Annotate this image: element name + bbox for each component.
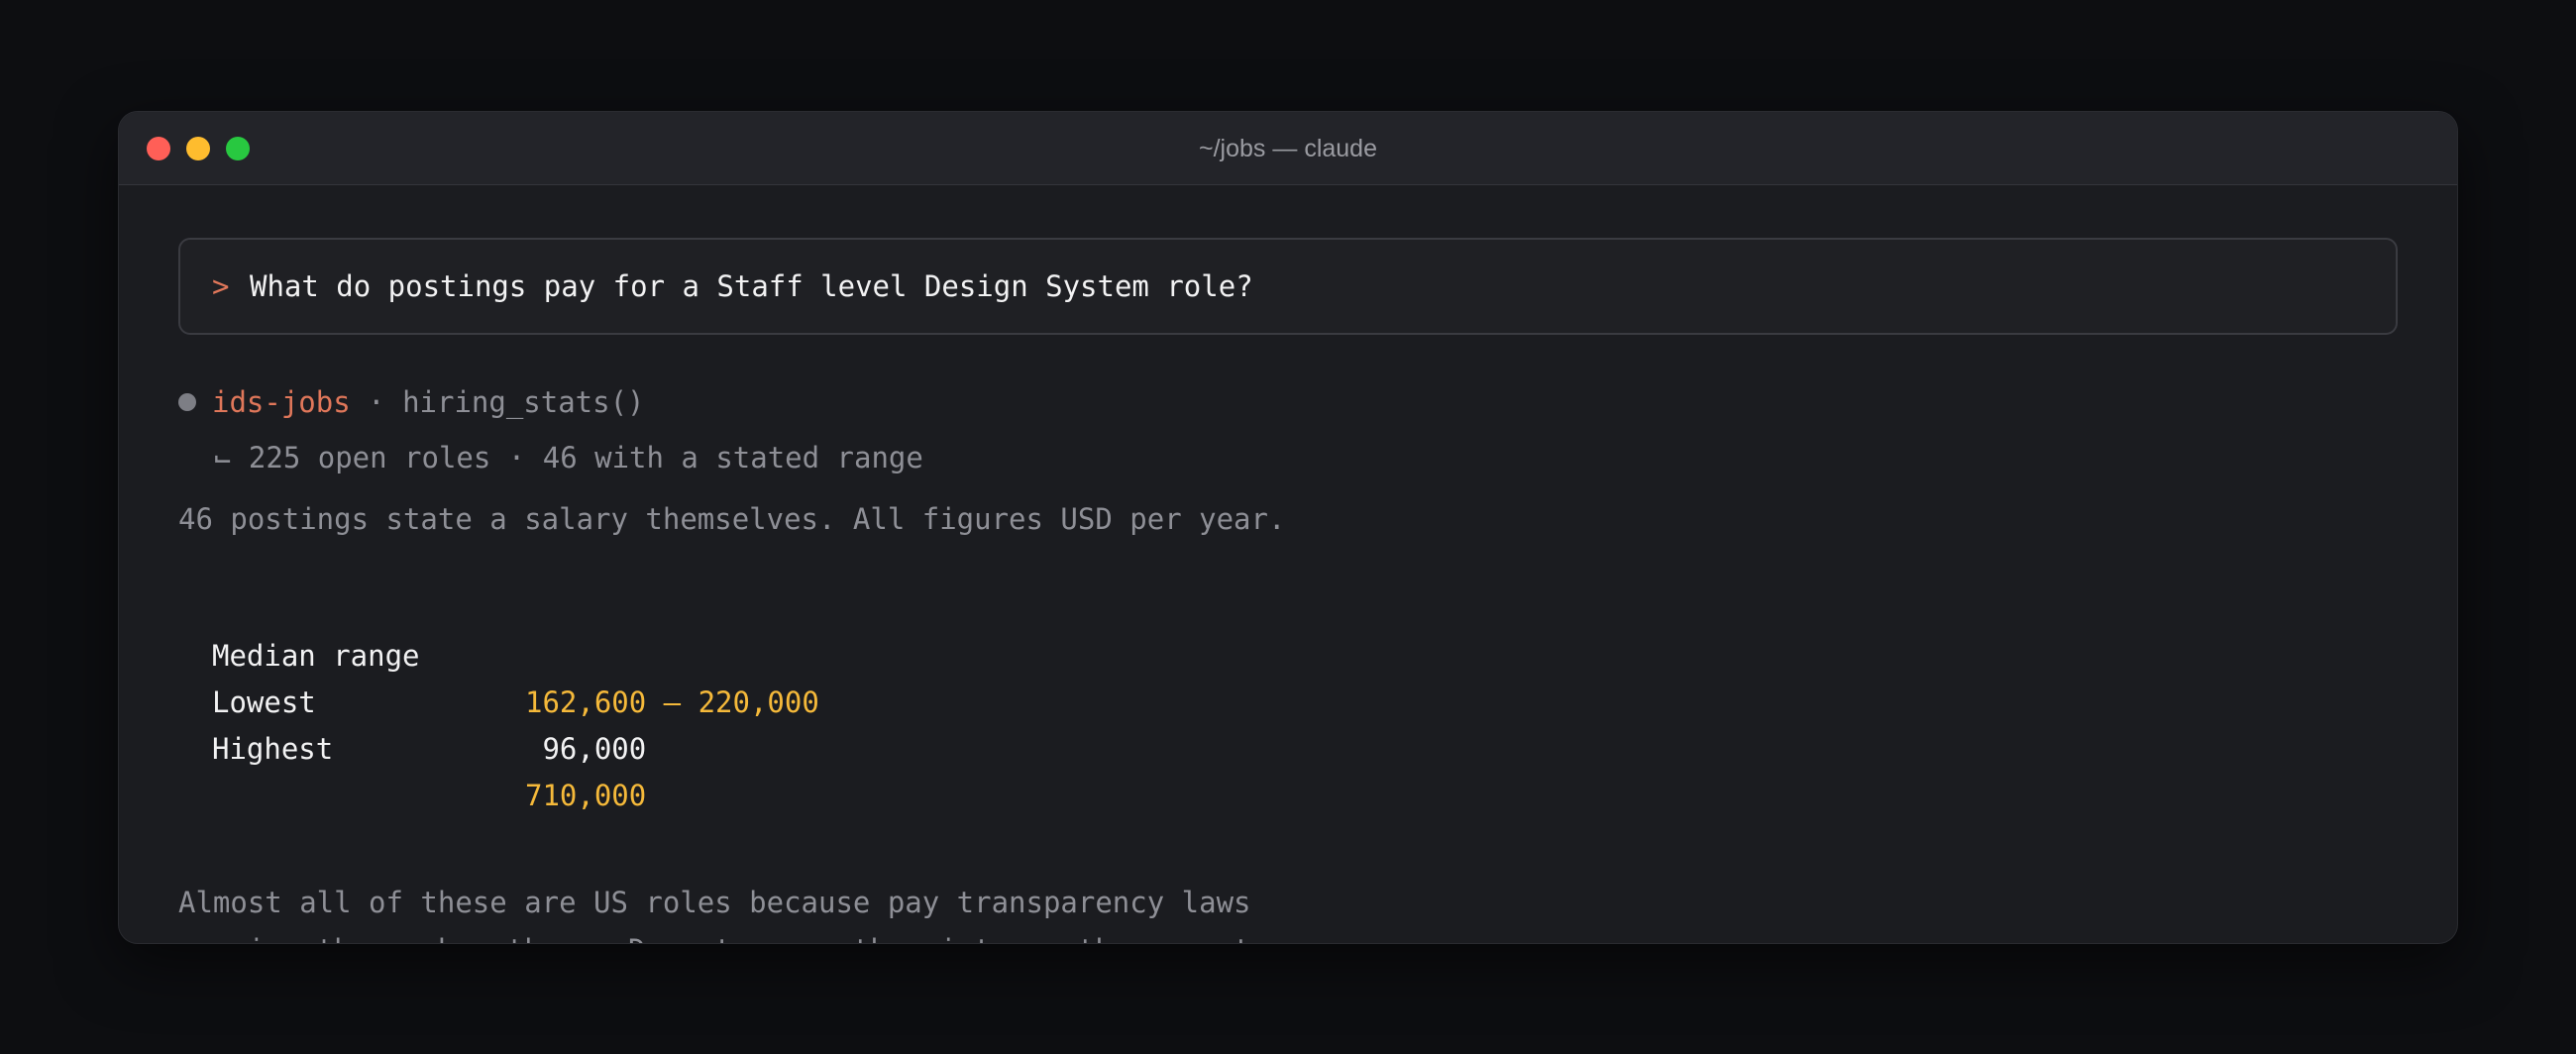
tool-separator: · bbox=[350, 385, 403, 419]
tool-status-dot-icon bbox=[178, 393, 196, 411]
summary-text: 46 postings state a salary themselves. A… bbox=[178, 502, 1286, 536]
stat-row-highest: Highest 710,000 bbox=[212, 680, 646, 812]
prompt-text: What do postings pay for a Staff level D… bbox=[250, 269, 1253, 303]
tool-result: ⌙ 225 open roles · 46 with a stated rang… bbox=[214, 441, 923, 474]
tool-call-line: ids-jobs · hiring_stats() bbox=[178, 382, 645, 422]
stat-label: Highest bbox=[212, 732, 334, 766]
title-bar: ~/jobs — claude bbox=[119, 112, 2457, 185]
prompt-caret-icon: > bbox=[212, 269, 230, 303]
stat-value: 162,600 – 220,000 bbox=[525, 685, 819, 719]
note-line: require the number there. Do not carry t… bbox=[178, 933, 1303, 943]
tool-function: hiring_stats() bbox=[402, 385, 645, 419]
salary-stats: Median range 162,600 – 220,000 Lowest 96… bbox=[212, 586, 819, 812]
user-prompt: > What do postings pay for a Staff level… bbox=[178, 238, 2398, 335]
note-text: Almost all of these are US roles because… bbox=[178, 879, 1303, 943]
tool-name: ids-jobs bbox=[212, 385, 351, 419]
window-title: ~/jobs — claude bbox=[1199, 135, 1377, 162]
terminal-window: ~/jobs — claude > What do postings pay f… bbox=[118, 111, 2458, 944]
note-line: Almost all of these are US roles because… bbox=[178, 886, 1251, 919]
stat-value: 710,000 bbox=[525, 779, 647, 812]
stat-row-median: Median range 162,600 – 220,000 bbox=[212, 586, 819, 719]
terminal-content: > What do postings pay for a Staff level… bbox=[119, 185, 2457, 943]
stat-row-lowest: Lowest 96,000 bbox=[212, 633, 646, 766]
stat-value: 96,000 bbox=[525, 732, 647, 766]
